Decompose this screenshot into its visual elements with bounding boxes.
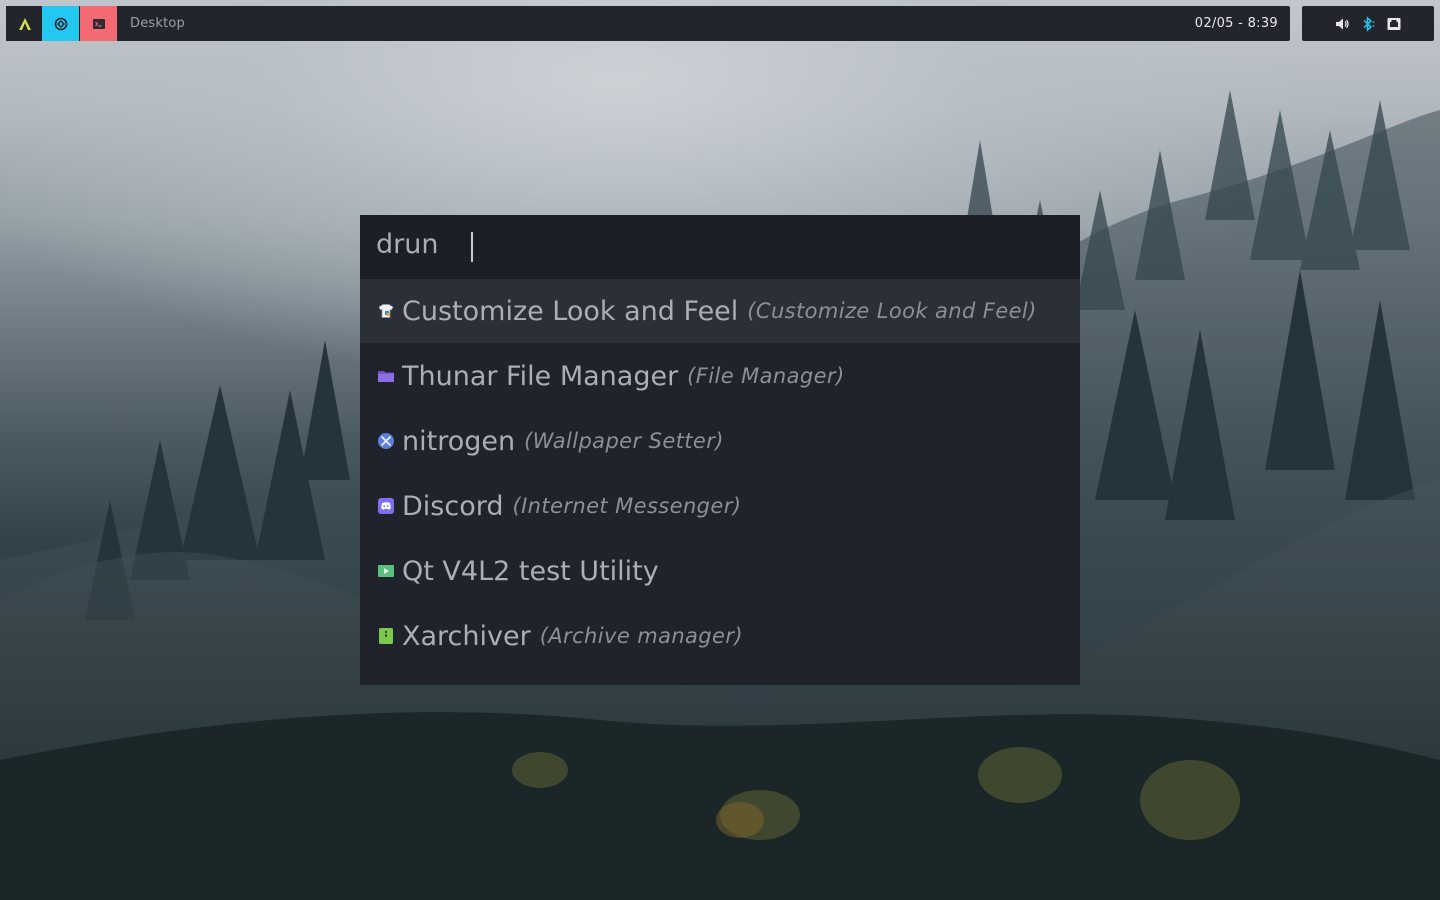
launcher-entry-nitrogen[interactable]: nitrogen (Wallpaper Setter) (360, 409, 1080, 473)
appearance-icon (377, 302, 395, 320)
entry-name: nitrogen (402, 425, 516, 457)
launcher-entry-customize-look-and-feel[interactable]: Customize Look and Feel (Customize Look … (360, 279, 1080, 343)
entry-name: Discord (402, 490, 504, 522)
network-icon[interactable] (1384, 14, 1404, 34)
entry-generic-name: (Internet Messenger) (512, 494, 742, 518)
discord-icon (377, 497, 395, 515)
entry-name: Customize Look and Feel (402, 295, 739, 327)
launcher-entry-qt-v4l2[interactable]: Qt V4L2 test Utility (360, 539, 1080, 603)
video-icon (377, 562, 395, 580)
entry-generic-name: (Archive manager) (539, 624, 743, 648)
workspace-3-button[interactable] (80, 6, 117, 41)
entry-name: Qt V4L2 test Utility (402, 555, 659, 587)
top-bar: Desktop 02/05 - 8:39 (6, 6, 1290, 41)
launcher-entry-xarchiver[interactable]: Xarchiver (Archive manager) (360, 604, 1080, 668)
arch-logo-icon (18, 17, 31, 30)
system-tray (1302, 6, 1434, 41)
volume-icon[interactable] (1332, 14, 1352, 34)
entry-generic-name: (File Manager) (687, 364, 845, 388)
archive-icon (377, 627, 395, 645)
launcher-input-bar[interactable]: drun (360, 215, 1080, 279)
workspace-2-button[interactable] (42, 6, 79, 41)
workspace-1-button[interactable] (6, 6, 43, 41)
clock[interactable]: 02/05 - 8:39 (1195, 6, 1278, 41)
nitrogen-icon (377, 432, 395, 450)
mode-prompt: drun (376, 229, 439, 260)
entry-name: Thunar File Manager (402, 360, 679, 392)
launcher-entry-thunar[interactable]: Thunar File Manager (File Manager) (360, 344, 1080, 408)
app-launcher: drun Customize Look and Feel (Customize … (360, 215, 1080, 685)
text-cursor (471, 232, 473, 262)
entry-generic-name: (Wallpaper Setter) (524, 429, 724, 453)
folder-icon (377, 367, 395, 385)
compass-icon (54, 17, 67, 30)
bluetooth-icon[interactable] (1358, 14, 1378, 34)
workspace-label: Desktop (130, 16, 186, 31)
terminal-icon (92, 18, 105, 29)
entry-generic-name: (Customize Look and Feel) (747, 299, 1037, 323)
entry-name: Xarchiver (402, 620, 531, 652)
launcher-entry-discord[interactable]: Discord (Internet Messenger) (360, 474, 1080, 538)
